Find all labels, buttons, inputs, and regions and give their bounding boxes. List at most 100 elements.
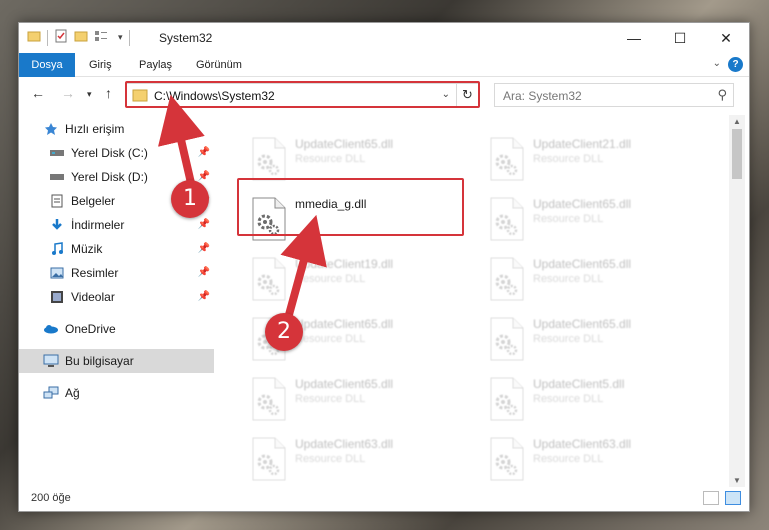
pin-icon[interactable]: 📌 <box>198 291 210 302</box>
expand-ribbon-icon[interactable]: ⌄ <box>713 58 721 69</box>
tab-share[interactable]: Paylaş <box>139 53 172 77</box>
properties-icon[interactable] <box>54 29 68 46</box>
dll-file-icon <box>489 377 525 421</box>
dll-file-icon <box>489 437 525 481</box>
file-item[interactable]: UpdateClient65.dll Resource DLL <box>485 193 705 249</box>
close-button[interactable]: ✕ <box>703 23 749 53</box>
sidebar-item-label: Müzik <box>71 242 103 256</box>
dll-file-icon <box>251 437 287 481</box>
file-name: UpdateClient65.dll <box>533 197 632 211</box>
file-name: UpdateClient63.dll <box>295 437 394 451</box>
pin-icon[interactable]: 📌 <box>198 267 210 278</box>
pictures-icon <box>49 265 65 281</box>
forward-arrow-icon[interactable]: → <box>61 85 75 101</box>
callout-badge-1: 1 <box>171 180 209 218</box>
sidebar-item-quick-access[interactable]: Hızlı erişim <box>43 117 214 141</box>
file-item[interactable]: UpdateClient63.dll Resource DLL <box>485 433 705 485</box>
music-icon <box>49 241 65 257</box>
chevron-down-icon[interactable]: ▾ <box>118 32 123 43</box>
sidebar-item-pictures[interactable]: Resimler 📌 <box>49 261 214 285</box>
file-highlight-box <box>237 178 464 236</box>
pin-icon[interactable]: 📌 <box>198 147 210 158</box>
maximize-button[interactable]: ☐ <box>657 23 703 53</box>
quick-access-toolbar: ▾ <box>27 29 130 46</box>
file-name: UpdateClient65.dll <box>295 317 394 331</box>
help-icon[interactable]: ? <box>728 57 743 72</box>
pin-icon[interactable]: 📌 <box>198 243 210 254</box>
up-arrow-icon[interactable]: ↑ <box>105 85 112 101</box>
file-type: Resource DLL <box>295 333 366 345</box>
sidebar-item-label: Resimler <box>71 266 119 280</box>
back-arrow-icon[interactable]: ← <box>31 85 45 101</box>
dll-file-icon <box>489 257 525 301</box>
file-item[interactable]: UpdateClient21.dll Resource DLL <box>485 133 705 189</box>
dll-file-icon <box>251 257 287 301</box>
documents-icon <box>49 193 65 209</box>
dll-file-icon <box>251 377 287 421</box>
tab-view[interactable]: Görünüm <box>196 53 242 77</box>
view-switcher <box>703 491 741 505</box>
file-type: Resource DLL <box>533 153 604 165</box>
file-type: Resource DLL <box>533 453 604 465</box>
large-icons-view-icon[interactable] <box>725 491 741 505</box>
file-name: UpdateClient21.dll <box>533 137 632 151</box>
pin-icon[interactable]: 📌 <box>198 219 210 230</box>
folder-icon[interactable] <box>27 29 41 46</box>
new-folder-icon[interactable] <box>74 29 88 46</box>
sidebar-item-label: Yerel Disk (C:) <box>71 146 148 160</box>
callout-badge-2: 2 <box>265 313 303 351</box>
file-name: UpdateClient65.dll <box>533 257 632 271</box>
sidebar-item-videos[interactable]: Videolar 📌 <box>49 285 214 309</box>
file-name: UpdateClient5.dll <box>533 377 625 391</box>
search-icon: ⚲ <box>717 87 727 102</box>
dll-file-icon <box>489 137 525 181</box>
file-list: UpdateClient65.dll Resource DLL UpdateClie… <box>229 115 729 485</box>
minimize-button[interactable]: — <box>611 23 657 53</box>
file-type: Resource DLL <box>533 393 604 405</box>
search-input[interactable]: Ara: System32 ⚲ <box>494 83 734 107</box>
sidebar-item-label: Hızlı erişim <box>65 122 125 136</box>
tab-file[interactable]: Dosya <box>19 53 75 77</box>
customize-toolbar-icon[interactable] <box>94 29 112 46</box>
file-type: Resource DLL <box>295 153 366 165</box>
file-item[interactable]: UpdateClient65.dll Resource DLL <box>485 313 705 369</box>
star-icon <box>43 121 59 137</box>
scroll-thumb[interactable] <box>732 129 742 179</box>
sidebar-item-local-disk-c[interactable]: Yerel Disk (C:) 📌 <box>49 141 214 165</box>
status-bar: 200 öğe <box>19 487 749 511</box>
file-item[interactable]: UpdateClient65.dll Resource DLL <box>247 373 467 429</box>
sidebar-item-music[interactable]: Müzik 📌 <box>49 237 214 261</box>
file-name: UpdateClient19.dll <box>295 257 394 271</box>
search-placeholder: Ara: System32 <box>503 89 582 103</box>
pin-icon[interactable]: 📌 <box>198 171 210 182</box>
file-item[interactable]: UpdateClient65.dll Resource DLL <box>485 253 705 309</box>
address-highlight-box <box>125 81 480 108</box>
dll-file-icon <box>251 137 287 181</box>
sidebar-item-label: Yerel Disk (D:) <box>71 170 148 184</box>
file-item[interactable]: UpdateClient19.dll Resource DLL <box>247 253 467 309</box>
sidebar-item-label: Videolar <box>71 290 115 304</box>
file-type: Resource DLL <box>533 273 604 285</box>
sidebar-item-label: OneDrive <box>65 322 116 336</box>
sidebar-item-this-pc[interactable]: Bu bilgisayar <box>19 349 214 373</box>
file-item[interactable]: UpdateClient63.dll Resource DLL <box>247 433 467 485</box>
scroll-down-icon[interactable]: ▼ <box>729 476 745 485</box>
file-type: Resource DLL <box>295 393 366 405</box>
recent-locations-icon[interactable]: ▾ <box>87 89 92 100</box>
scroll-up-icon[interactable]: ▲ <box>729 117 745 126</box>
file-name: UpdateClient65.dll <box>533 317 632 331</box>
videos-icon <box>49 289 65 305</box>
sidebar-item-network[interactable]: Ağ <box>43 381 214 405</box>
file-type: Resource DLL <box>533 213 604 225</box>
sidebar-item-label: İndirmeler <box>71 218 125 232</box>
details-view-icon[interactable] <box>703 491 719 505</box>
drive-icon <box>49 169 65 185</box>
file-item[interactable]: UpdateClient5.dll Resource DLL <box>485 373 705 429</box>
tab-home[interactable]: Giriş <box>89 53 112 77</box>
sidebar-item-onedrive[interactable]: OneDrive <box>43 317 214 341</box>
file-name: UpdateClient65.dll <box>295 137 394 151</box>
title-bar: ▾ System32 — ☐ ✕ <box>19 23 749 53</box>
toolbar-divider <box>128 29 130 46</box>
vertical-scrollbar[interactable]: ▲ ▼ <box>729 115 745 487</box>
navigation-pane: Hızlı erişim Yerel Disk (C:) 📌 Yerel Dis… <box>19 115 214 485</box>
